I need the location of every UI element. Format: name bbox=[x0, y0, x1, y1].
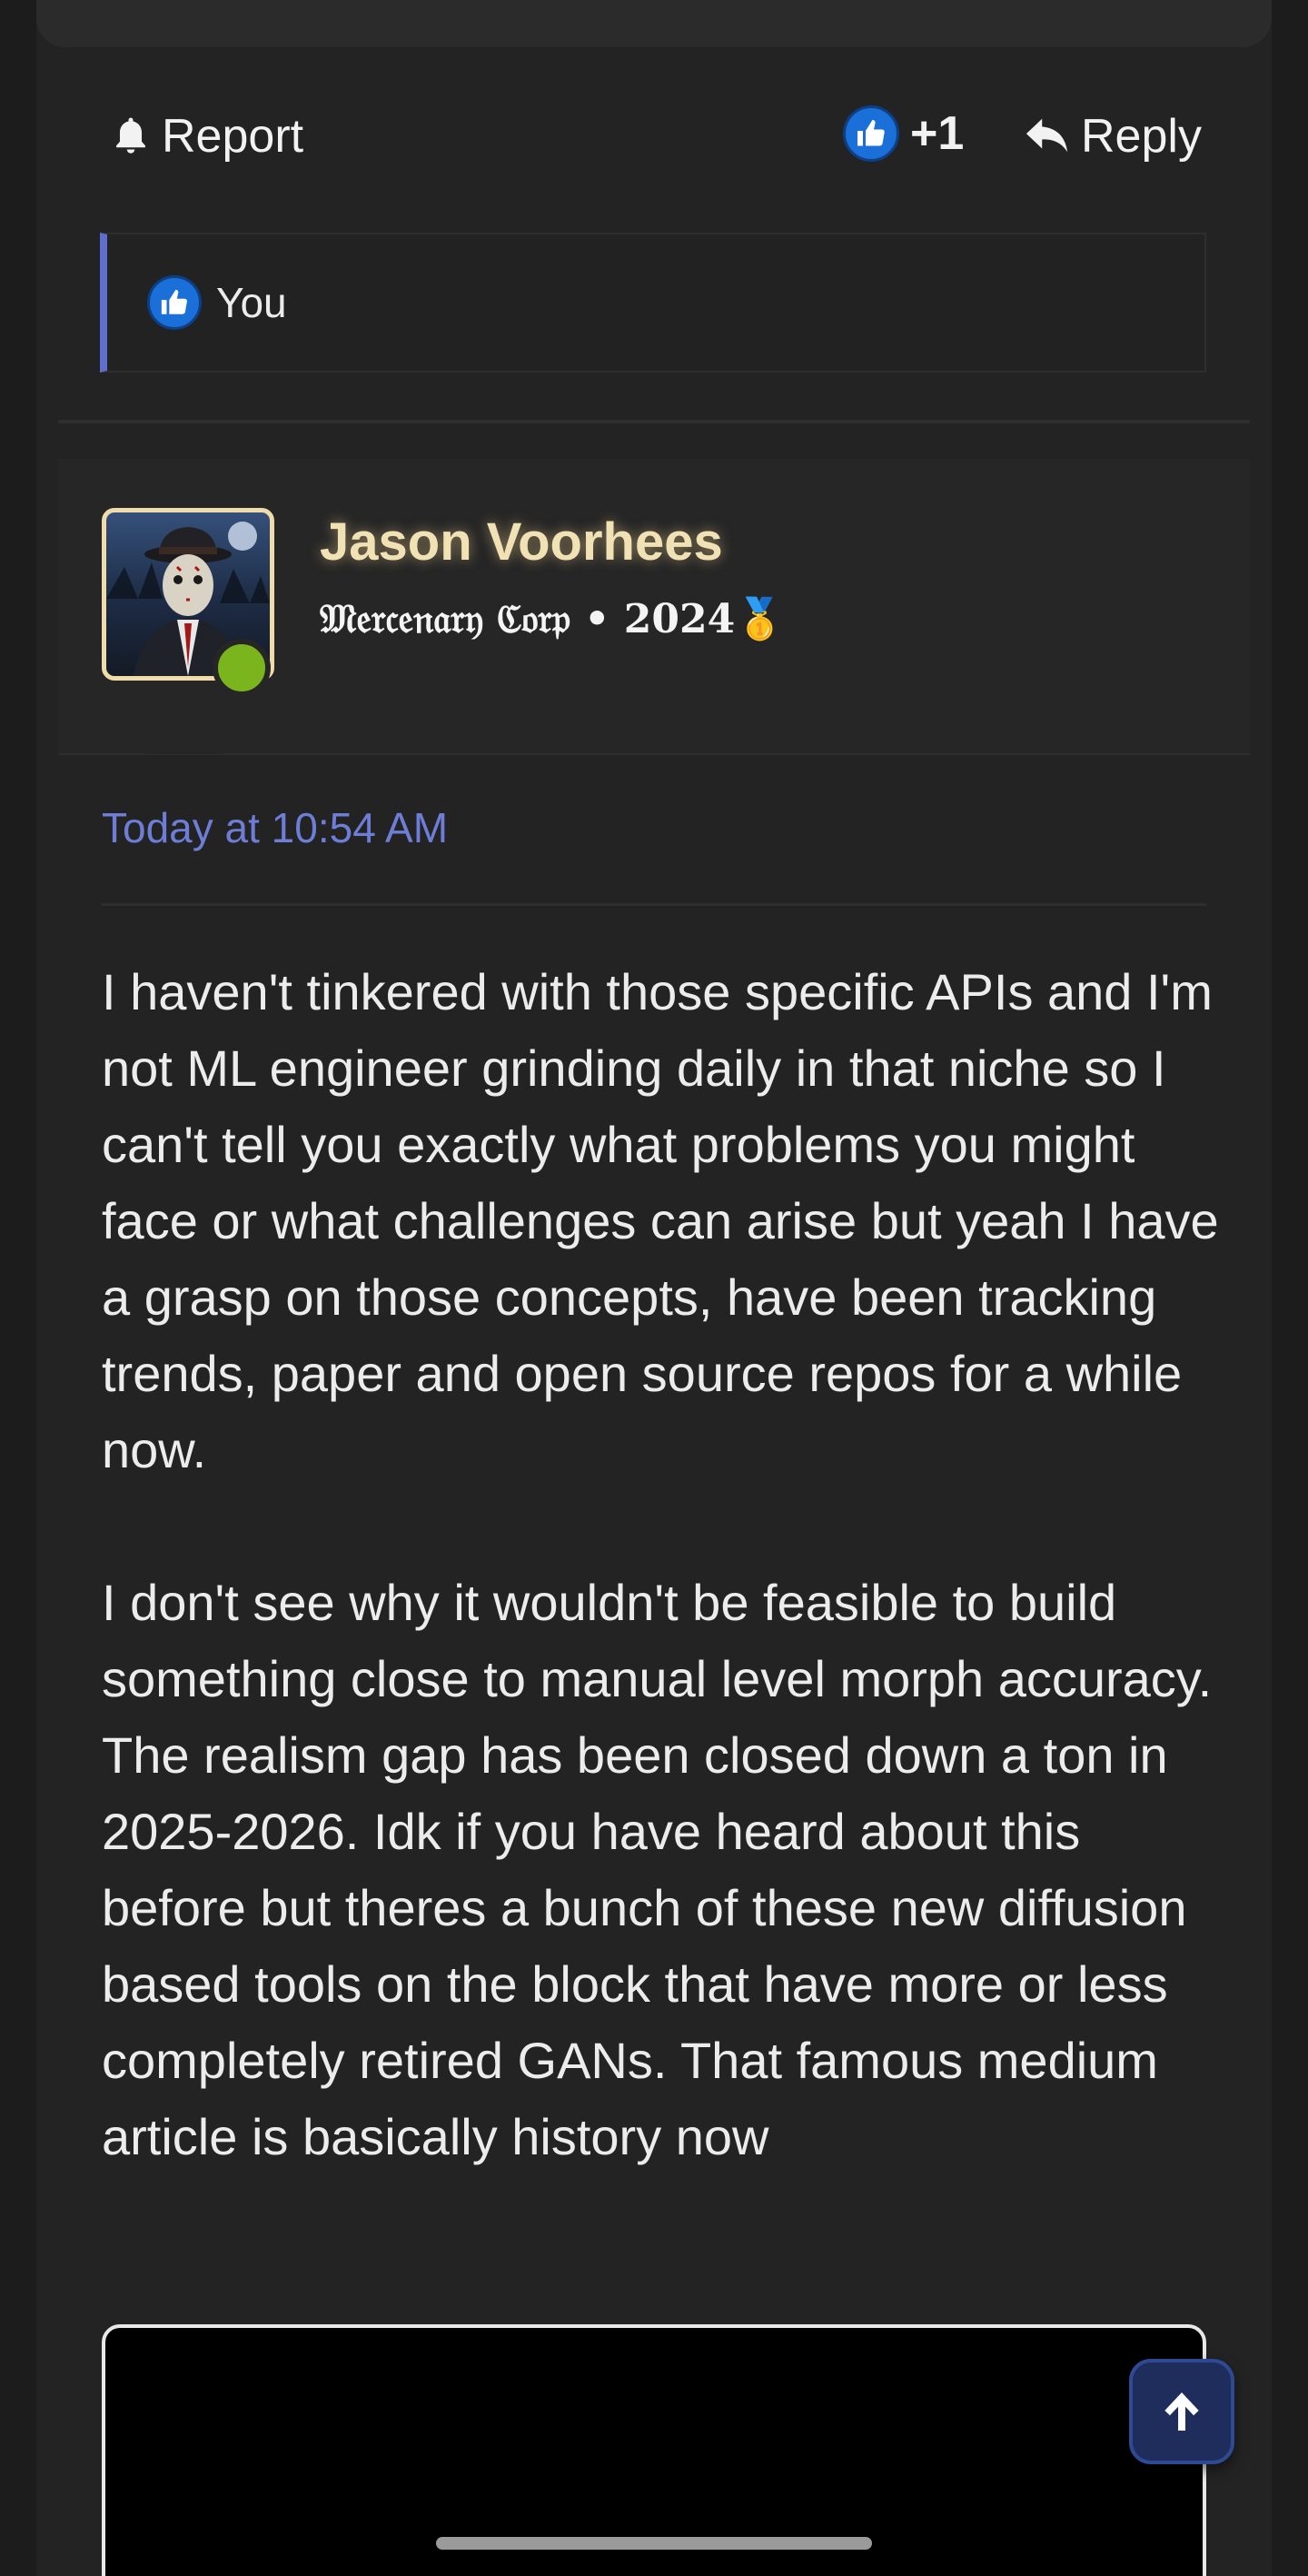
previous-post-card-bottom bbox=[36, 0, 1272, 47]
message-paragraph: I haven't tinkered with those specific A… bbox=[102, 963, 1219, 1478]
post-user-block: Jason Voorhees 𝔐𝔢𝔯𝔠𝔢𝔫𝔞𝔯𝔶 ℭ𝔬𝔯𝔭 • 2024🥇 bbox=[58, 459, 1250, 755]
online-status-dot bbox=[213, 639, 271, 697]
post-separator bbox=[58, 420, 1250, 423]
reactions-bar[interactable]: You bbox=[100, 233, 1206, 373]
like-count: +1 bbox=[910, 107, 965, 160]
page: Report +1 Reply You Jason Voorhees 𝔐𝔢𝔯𝔠𝔢… bbox=[0, 0, 1308, 2576]
username[interactable]: Jason Voorhees bbox=[320, 512, 723, 572]
bell-icon bbox=[116, 117, 145, 154]
home-indicator bbox=[436, 2537, 872, 2550]
like-button[interactable]: +1 bbox=[843, 105, 964, 162]
message-paragraph: I don't see why it wouldn't be feasible … bbox=[102, 1574, 1213, 2165]
report-label: Report bbox=[162, 110, 304, 163]
arrow-up-icon bbox=[1164, 2392, 1199, 2431]
timestamp-divider bbox=[102, 903, 1206, 906]
report-button[interactable]: Report bbox=[111, 109, 303, 164]
user-title: 𝔐𝔢𝔯𝔠𝔢𝔫𝔞𝔯𝔶 ℭ𝔬𝔯𝔭 • 2024🥇 bbox=[320, 596, 785, 642]
thumbs-up-icon bbox=[843, 105, 899, 162]
reply-button[interactable]: Reply bbox=[1025, 109, 1202, 164]
reply-label: Reply bbox=[1081, 110, 1202, 163]
scroll-to-top-button[interactable] bbox=[1129, 2359, 1234, 2464]
reaction-users: You bbox=[216, 279, 287, 326]
user-block-pointer bbox=[145, 714, 225, 754]
post-message: I haven't tinkered with those specific A… bbox=[102, 954, 1219, 2252]
post-timestamp[interactable]: Today at 10:54 AM bbox=[102, 803, 448, 852]
thumbs-up-icon bbox=[147, 275, 202, 330]
post-action-bar: Report +1 Reply bbox=[0, 102, 1308, 180]
reply-arrow-icon bbox=[1026, 118, 1068, 153]
